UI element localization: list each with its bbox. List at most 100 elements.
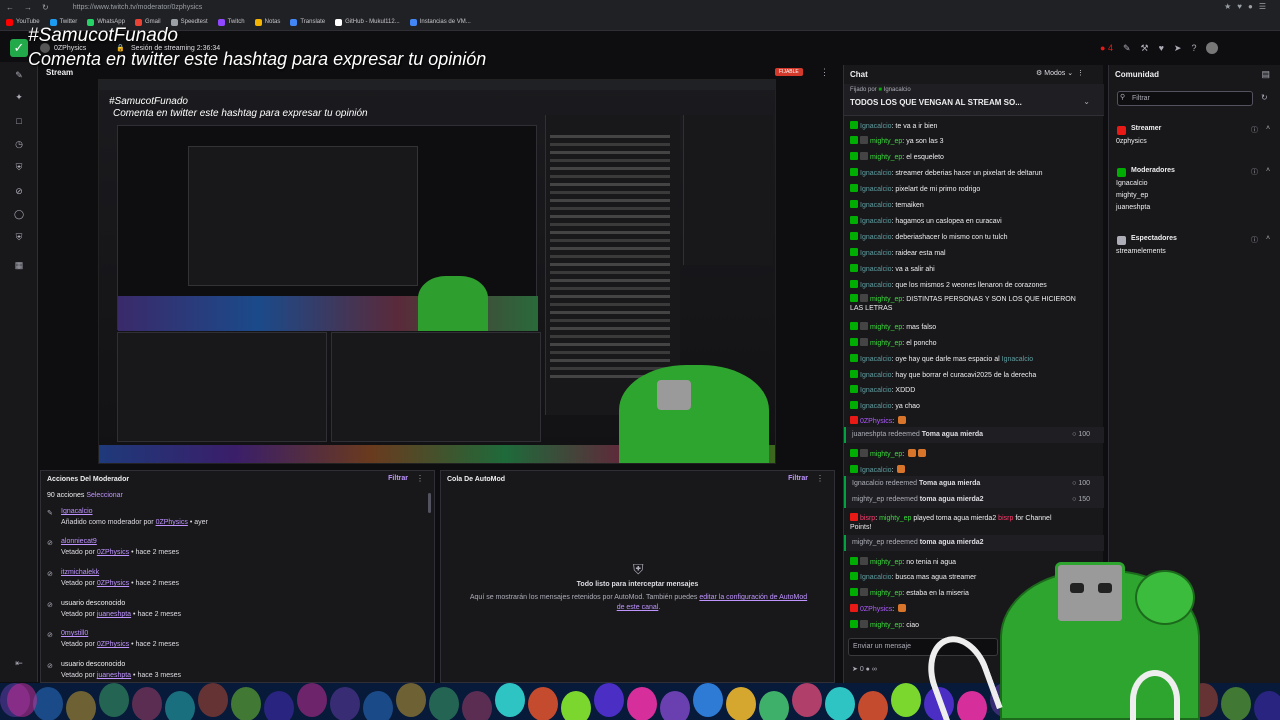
chat-username[interactable]: Ignacalcio: [860, 218, 892, 225]
chevron-down-icon[interactable]: ⌄: [1083, 97, 1090, 106]
mod-action-entry[interactable]: ⊘ usuario desconocido Vetado por juaneshpt…: [47, 599, 417, 627]
chat-modes-button[interactable]: ⚙ Modos ⌄ ⋮: [1036, 69, 1084, 77]
chat-username[interactable]: mighty_ep: [870, 451, 902, 458]
pinned-message[interactable]: Fijado por ■ Ignacalcio TODOS LOS QUE VE…: [844, 84, 1104, 116]
chevron-up-icon[interactable]: ˄: [1266, 235, 1270, 242]
clock-icon[interactable]: ◷: [14, 139, 24, 149]
mod-action-by[interactable]: juaneshpta: [97, 611, 131, 618]
chat-username[interactable]: 0ZPhysics: [860, 418, 892, 425]
chevron-up-icon[interactable]: ˄: [1266, 167, 1270, 174]
chat-username[interactable]: Ignacalcio: [860, 574, 892, 581]
redemption-user[interactable]: juaneshpta: [852, 431, 886, 438]
chat-username[interactable]: mighty_ep: [870, 590, 902, 597]
chat-mention[interactable]: mighty_ep: [879, 515, 911, 522]
mod-action-user[interactable]: usuario desconocido: [61, 600, 125, 607]
popout-icon[interactable]: ▤: [1261, 69, 1270, 80]
pin-badge[interactable]: FIJABLE: [775, 68, 803, 76]
mod-actions-filter[interactable]: Filtrar: [388, 475, 408, 482]
mod-action-entry[interactable]: ⊘ itzmichalekk Vetado por 0ZPhysics • hace…: [47, 568, 417, 596]
chat-username[interactable]: mighty_ep: [870, 622, 902, 629]
chat-username[interactable]: Ignacalcio: [860, 403, 892, 410]
chat-username[interactable]: Ignacalcio: [860, 372, 892, 379]
shield2-icon[interactable]: ⛨: [14, 232, 24, 242]
bookmark-item[interactable]: Twitch: [217, 18, 245, 26]
mod-action-by[interactable]: 0ZPhysics: [97, 641, 129, 648]
pencil-icon[interactable]: ✎: [14, 70, 24, 80]
chat-username[interactable]: mighty_ep: [870, 138, 902, 145]
redemption-user[interactable]: Ignacalcio: [852, 480, 884, 487]
community-user[interactable]: mighty_ep: [1116, 192, 1148, 199]
help-icon[interactable]: ?: [1191, 43, 1196, 53]
chat-username[interactable]: Ignacalcio: [860, 202, 892, 209]
community-user[interactable]: 0zphysics: [1116, 138, 1147, 145]
mod-action-by[interactable]: juaneshpta: [97, 672, 131, 679]
automod-filter[interactable]: Filtrar: [788, 475, 808, 482]
chat-username[interactable]: Ignacalcio: [860, 186, 892, 193]
chat-username[interactable]: Ignacalcio: [860, 250, 892, 257]
chat-username[interactable]: Ignacalcio: [860, 170, 892, 177]
sparkle-icon[interactable]: ✦: [14, 92, 24, 102]
bookmark-item[interactable]: GitHub - Mukul112...: [335, 18, 400, 26]
chat-username[interactable]: Ignacalcio: [860, 467, 892, 474]
ban-icon[interactable]: ⊘: [14, 186, 24, 196]
chat-username[interactable]: Ignacalcio: [860, 387, 892, 394]
chevron-up-icon[interactable]: ˄: [1266, 125, 1270, 132]
chat-mention[interactable]: bisrp: [998, 515, 1013, 522]
bookmark-item[interactable]: Notas: [254, 18, 280, 26]
chat-username[interactable]: Ignacalcio: [860, 266, 892, 273]
bookmark-item[interactable]: Instancias de VM...: [409, 18, 471, 26]
automod-menu-icon[interactable]: ⋮: [816, 474, 824, 483]
reload-icon[interactable]: ↻: [42, 3, 49, 12]
mod-action-user[interactable]: 0mystill0: [61, 630, 88, 637]
mod-action-entry[interactable]: ⊘ alonniecat9 Vetado por 0ZPhysics • hace …: [47, 537, 417, 565]
back-icon[interactable]: ←: [6, 3, 14, 12]
refresh-icon[interactable]: ↻: [1261, 93, 1268, 102]
forward-icon[interactable]: →: [24, 3, 32, 12]
chat-username[interactable]: mighty_ep: [870, 340, 902, 347]
mod-actions-menu-icon[interactable]: ⋮: [416, 474, 424, 483]
profile-avatar[interactable]: [1206, 42, 1219, 54]
mod-action-by[interactable]: 0ZPhysics: [156, 519, 188, 526]
edit-icon[interactable]: ✎: [1123, 43, 1131, 54]
chat-icon[interactable]: □: [14, 116, 24, 126]
community-user[interactable]: streamelements: [1116, 248, 1166, 255]
chat-mention[interactable]: Ignacalcio: [1002, 356, 1034, 363]
chat-username[interactable]: mighty_ep: [870, 559, 902, 566]
chat-username[interactable]: Ignacalcio: [860, 282, 892, 289]
community-user[interactable]: Ignacalcio: [1116, 180, 1148, 187]
user-icon[interactable]: ◯: [14, 209, 24, 219]
heart-icon[interactable]: ♥: [1159, 43, 1164, 53]
mod-action-user[interactable]: Ignacalcio: [61, 508, 93, 515]
chat-username[interactable]: bisrp: [860, 515, 875, 522]
collapse-icon[interactable]: ⇤: [14, 658, 24, 668]
info-icon[interactable]: ⓘ: [1251, 235, 1258, 245]
chat-username[interactable]: Ignacalcio: [860, 234, 892, 241]
stream-video[interactable]: #SamucotFunado Comenta en twitter este h…: [98, 79, 776, 464]
mod-action-by[interactable]: 0ZPhysics: [97, 549, 129, 556]
community-user[interactable]: juaneshpta: [1116, 204, 1150, 211]
info-icon[interactable]: ⓘ: [1251, 125, 1258, 135]
layout-icon[interactable]: ▦: [14, 260, 24, 270]
redemption-user[interactable]: mighty_ep: [852, 496, 884, 503]
community-filter-input[interactable]: Filtrar: [1117, 91, 1253, 106]
tool-icon[interactable]: ⚒: [1141, 43, 1149, 54]
chat-username[interactable]: mighty_ep: [870, 324, 902, 331]
chat-username[interactable]: Ignacalcio: [860, 123, 892, 130]
stream-menu-icon[interactable]: ⋮: [820, 67, 829, 78]
mod-action-user[interactable]: alonniecat9: [61, 538, 97, 545]
mod-actions-scrollbar[interactable]: [428, 493, 431, 513]
chat-username[interactable]: 0ZPhysics: [860, 606, 892, 613]
select-link[interactable]: Seleccionar: [86, 492, 123, 499]
extensions-icons[interactable]: ★♥●☰: [1224, 2, 1272, 11]
mod-action-by[interactable]: 0ZPhysics: [97, 580, 129, 587]
bookmark-item[interactable]: Translate: [290, 18, 325, 26]
chat-username[interactable]: Ignacalcio: [860, 356, 892, 363]
mod-action-entry[interactable]: ⊘ 0mystill0 Vetado por 0ZPhysics • hace 2 …: [47, 629, 417, 657]
chat-username[interactable]: mighty_ep: [870, 154, 902, 161]
mod-action-entry[interactable]: ✎ Ignacalcio Añadido como moderador por 0Z…: [47, 507, 417, 535]
mod-action-user[interactable]: usuario desconocido: [61, 661, 125, 668]
channel-points[interactable]: ➤ 0 ● ∞: [852, 665, 877, 673]
mod-action-user[interactable]: itzmichalekk: [61, 569, 99, 576]
chat-username[interactable]: mighty_ep: [870, 296, 902, 303]
redemption-user[interactable]: mighty_ep: [852, 539, 884, 546]
